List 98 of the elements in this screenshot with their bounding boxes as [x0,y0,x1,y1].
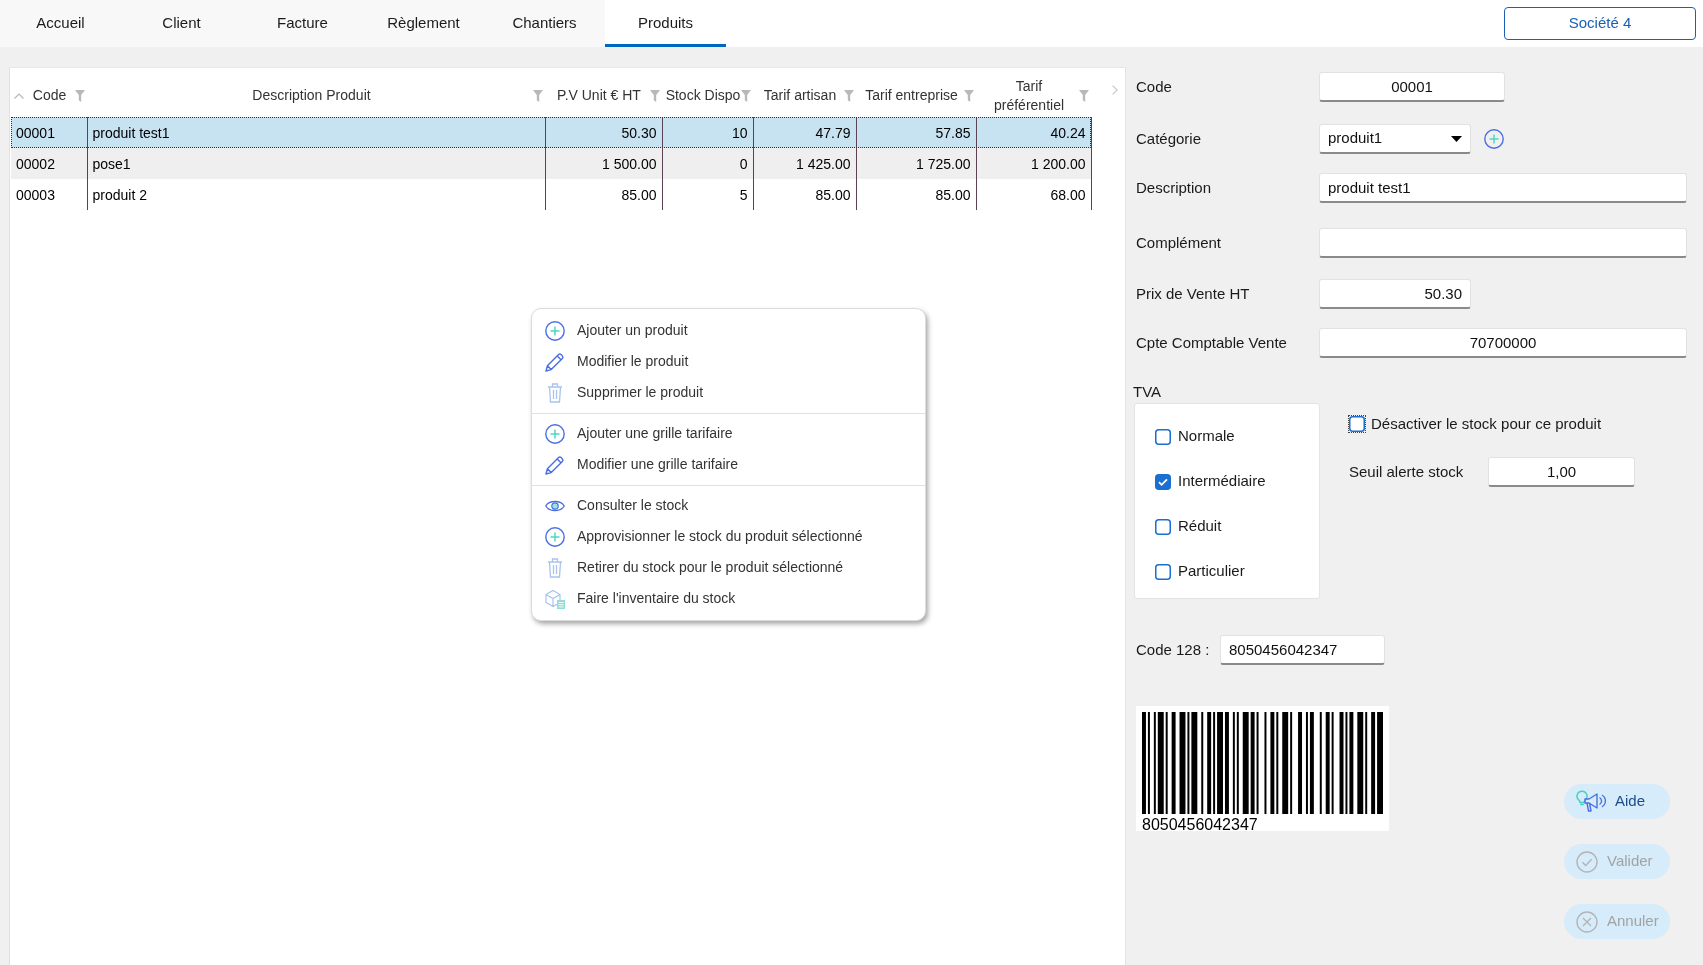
category-select[interactable]: produit1 [1319,124,1471,154]
column-header[interactable]: Tarif artisan [756,86,844,105]
checkbox-label[interactable]: Désactiver le stock pour ce produit [1371,412,1602,436]
checkbox[interactable] [1155,518,1171,535]
column-header[interactable]: Tarif préférentiel [979,76,1080,115]
price-field[interactable]: 50.30 [1319,279,1471,309]
menu-item[interactable]: Retirer du stock pour le produit sélectionné [532,552,925,583]
help-button[interactable]: Aide [1564,784,1670,819]
column-header[interactable]: Tarif entreprise [859,86,964,105]
table-cell: 1 500.00 [545,148,662,179]
table-cell: 40.24 [976,117,1091,148]
checkbox-label[interactable]: Intermédiaire [1178,470,1266,493]
checkbox-label[interactable]: Particulier [1178,560,1245,583]
plus-circle-icon [545,320,565,341]
menu-item[interactable]: Supprimer le produit [532,377,925,408]
menu-item[interactable]: Ajouter une grille tarifaire [532,418,925,449]
table-cell: 00002 [11,148,87,179]
table-row[interactable]: 00003 produit 2 85.00 5 85.00 85.00 68.00 [11,179,1091,210]
pencil-icon [545,454,565,475]
table-cell: 57.85 [856,117,976,148]
checkbox-label[interactable]: Normale [1178,425,1235,448]
filter-icon[interactable] [533,89,543,102]
field-label: Catégorie [1136,128,1203,149]
pencil-icon [545,351,565,372]
tab[interactable]: Règlement [363,0,484,47]
caret-up-icon[interactable] [14,92,24,99]
menu-item[interactable]: Faire l'inventaire du stock [532,583,925,614]
code-field[interactable]: 00001 [1319,72,1505,102]
checkbox[interactable] [1155,473,1171,490]
tab[interactable]: Facture [242,0,363,47]
table-cell: 1 725.00 [856,148,976,179]
account-field[interactable]: 70700000 [1319,328,1687,358]
plus-circle-icon [545,526,565,547]
menu-item[interactable]: Modifier une grille tarifaire [532,449,925,480]
field-label: Seuil alerte stock [1349,461,1465,482]
table-cell: pose1 [87,148,545,179]
filter-icon[interactable] [650,89,660,102]
menu-item[interactable]: Modifier le produit [532,346,925,377]
eye-icon [545,498,565,513]
tab[interactable]: Client [121,0,242,47]
table-cell: 10 [662,117,753,148]
stock-alert-field[interactable]: 1,00 [1488,457,1635,487]
field-label: Prix de Vente HT [1136,283,1251,304]
filter-icon[interactable] [1079,89,1089,102]
table-cell: 68.00 [976,179,1091,210]
table-row[interactable]: 00001 produit test1 50.30 10 47.79 57.85 40.24 [11,117,1091,148]
field-label: Description [1136,177,1213,198]
box-document-icon [545,588,565,609]
table-cell: 50.30 [545,117,662,148]
check-circle-icon [1576,850,1598,873]
section-label: TVA [1133,384,1163,400]
table-cell: 00001 [11,117,87,148]
plus-circle-icon[interactable] [1484,129,1504,149]
column-header[interactable]: P.V Unit € HT [548,86,650,105]
filter-icon[interactable] [844,89,854,102]
checkbox[interactable] [1155,563,1171,580]
field-label: Code 128 : [1136,639,1211,660]
table-cell: 85.00 [753,179,856,210]
table-cell: 5 [662,179,753,210]
barcode-field[interactable]: 8050456042347 [1220,635,1385,665]
menu-item[interactable]: Ajouter un produit [532,315,925,346]
column-header[interactable]: Code [24,86,75,105]
checkbox[interactable] [1155,428,1171,445]
field-label: Cpte Comptable Vente [1136,332,1288,353]
description-field[interactable]: produit test1 [1319,173,1687,203]
barcode-number: 8050456042347 [1142,816,1258,833]
lightbulb-megaphone-icon [1576,789,1606,814]
x-circle-icon [1576,910,1598,933]
table-cell: 1 200.00 [976,148,1091,179]
column-header[interactable]: Stock Dispo [665,86,741,105]
plus-circle-icon [545,423,565,444]
checkbox[interactable] [1349,416,1365,432]
table-cell: 47.79 [753,117,856,148]
filter-icon[interactable] [75,89,85,102]
menu-item[interactable]: Approvisionner le stock du produit sélectionné [532,521,925,552]
field-label: Code [1136,76,1173,97]
table-cell: 0 [662,148,753,179]
table-cell: produit test1 [87,117,545,148]
column-header[interactable]: Description Produit [90,86,533,105]
trash-icon [547,382,563,403]
tab[interactable]: Accueil [0,0,121,47]
table-row[interactable]: 00002 pose1 1 500.00 0 1 425.00 1 725.00 1 200.00 [11,148,1091,179]
caret-down-icon [1451,135,1462,142]
menu-item[interactable]: Consulter le stock [532,490,925,521]
table-cell: produit 2 [87,179,545,210]
table-cell: 00003 [11,179,87,210]
filter-icon[interactable] [964,89,974,102]
checkbox-label[interactable]: Réduit [1178,515,1222,538]
trash-icon [547,557,563,578]
field-label: Complément [1136,232,1223,253]
table-cell: 1 425.00 [753,148,856,179]
table-cell: 85.00 [856,179,976,210]
chevron-right-icon[interactable] [1111,85,1118,95]
tab[interactable]: Chantiers [484,0,605,47]
table-cell: 85.00 [545,179,662,210]
filter-icon[interactable] [741,89,751,102]
company-button[interactable]: Société 4 [1504,7,1696,40]
complement-field[interactable] [1319,228,1687,258]
